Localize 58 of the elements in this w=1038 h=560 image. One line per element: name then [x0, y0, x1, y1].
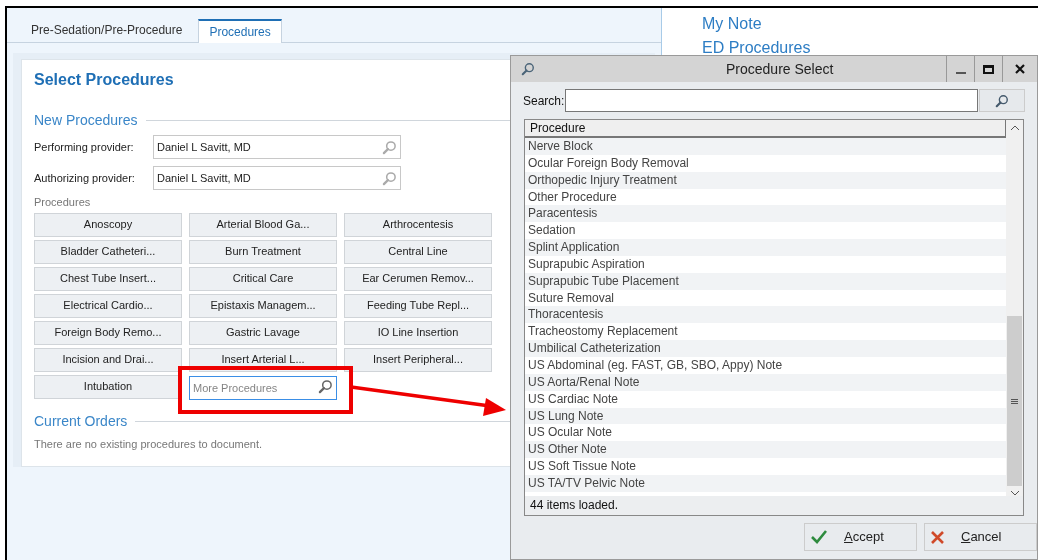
list-row[interactable]: Paracentesis	[525, 205, 1006, 223]
search-button[interactable]	[979, 89, 1025, 112]
list-row[interactable]: Umbilical Catheterization	[525, 340, 1006, 357]
list-row[interactable]: Thoracentesis	[525, 306, 1006, 324]
scroll-down-icon	[1009, 490, 1020, 496]
procedure-button[interactable]: Bladder Catheteri...	[34, 239, 182, 264]
close-icon	[931, 530, 944, 544]
field-label: Authorizing provider:	[34, 170, 136, 186]
side-link[interactable]: My Note	[702, 12, 811, 36]
list-row[interactable]: Nerve Block	[525, 138, 1006, 155]
search-field[interactable]	[565, 89, 979, 112]
search-icon	[318, 378, 333, 394]
card-title: Select Procedures	[34, 70, 174, 90]
provider-field[interactable]: Daniel L Savitt, MD	[153, 135, 401, 159]
procedure-button[interactable]: Foreign Body Remo...	[34, 320, 182, 345]
field-label: Performing provider:	[34, 139, 135, 155]
minimize-icon	[955, 72, 966, 74]
section-heading: Current Orders	[34, 411, 128, 431]
dialog-button[interactable]: Accept	[804, 523, 917, 551]
dialog-button[interactable]: Cancel	[924, 523, 1037, 551]
procedure-button[interactable]: Burn Treatment	[189, 239, 337, 264]
procedure-button[interactable]: Critical Care	[189, 266, 337, 291]
search-icon	[995, 93, 1010, 108]
procedure-button[interactable]: Ear Cerumen Remov...	[344, 266, 492, 291]
status-text: 44 items loaded.	[525, 496, 1023, 515]
procedure-button[interactable]: Chest Tube Insert...	[34, 266, 182, 291]
procedure-button[interactable]: Insert Peripheral...	[344, 347, 492, 372]
procedure-button[interactable]: Arthrocentesis	[344, 212, 492, 237]
procedure-button[interactable]: Electrical Cardio...	[34, 293, 182, 318]
column-header[interactable]: Procedure	[525, 120, 1006, 138]
procedure-button[interactable]: Feeding Tube Repl...	[344, 293, 492, 318]
search-icon	[521, 62, 535, 76]
checkmark-icon	[811, 530, 827, 544]
scroll-up-icon	[1009, 125, 1020, 131]
procedure-button[interactable]: Central Line	[344, 239, 492, 264]
list-row[interactable]: Splint Application	[525, 239, 1006, 256]
search-label: Search:	[523, 92, 565, 110]
section-heading: New Procedures	[34, 111, 138, 130]
scrollbar[interactable]	[1006, 120, 1023, 496]
procedure-button[interactable]: Anoscopy	[34, 212, 182, 237]
grip-icon	[1011, 398, 1018, 404]
empty-message: There are no existing procedures to document.	[34, 436, 263, 452]
search-icon	[382, 170, 397, 186]
procedure-button[interactable]: Incision and Drai...	[34, 347, 182, 372]
procedures-label: Procedures	[34, 195, 91, 210]
procedure-button[interactable]: Epistaxis Managem...	[189, 293, 337, 318]
close-icon	[1015, 64, 1025, 74]
procedure-button[interactable]: Gastric Lavage	[189, 320, 337, 345]
maximize-icon	[983, 64, 994, 74]
list-row[interactable]: US Other Note	[525, 441, 1006, 459]
provider-field[interactable]: Daniel L Savitt, MD	[153, 166, 401, 190]
more-procedures-field[interactable]: More Procedures	[189, 375, 337, 400]
search-icon	[382, 139, 397, 155]
procedure-button[interactable]: Arterial Blood Ga...	[189, 212, 337, 237]
dialog-title: Procedure Select	[726, 59, 834, 79]
tab[interactable]: Pre-Sedation/Pre-Procedure	[19, 18, 195, 42]
tab[interactable]: Procedures	[198, 19, 282, 43]
procedure-button[interactable]: IO Line Insertion	[344, 320, 492, 345]
